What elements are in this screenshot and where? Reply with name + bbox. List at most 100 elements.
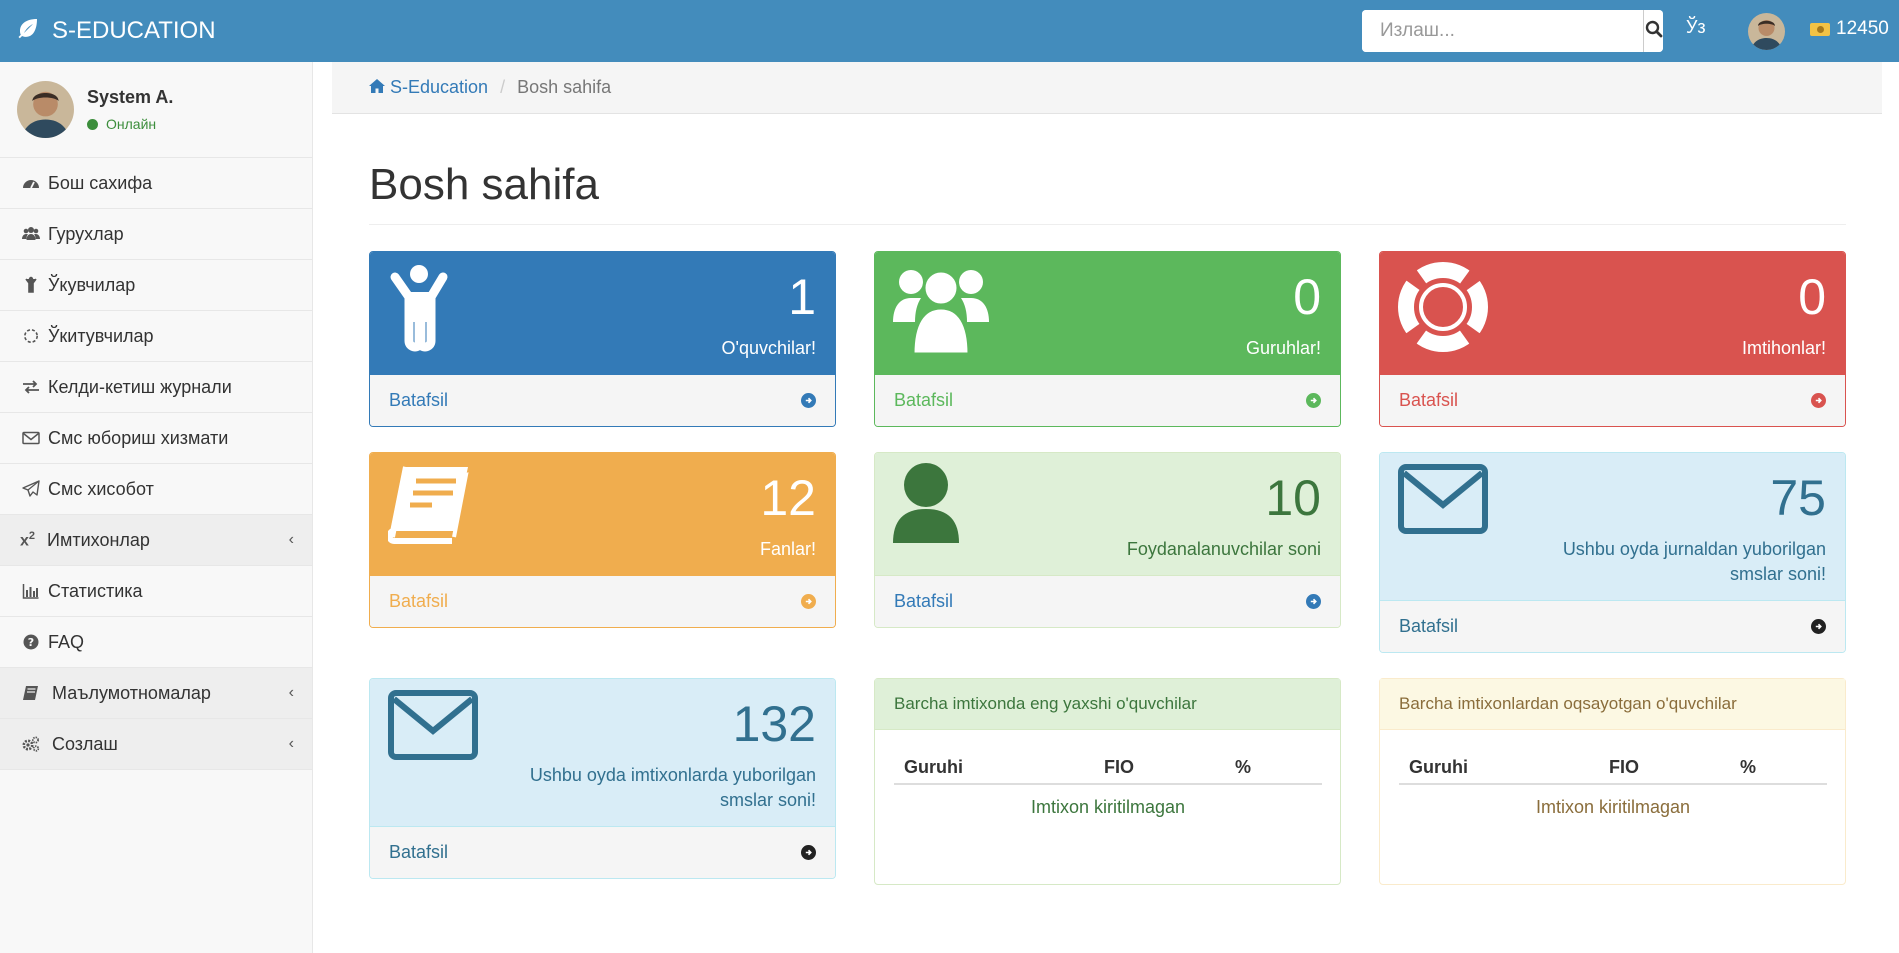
language-switch[interactable]: Ўз (1686, 17, 1706, 38)
lagging-students-table: Guruhi FIO % Imtixon kiritilmagan (1399, 749, 1827, 818)
exams-label: Imtihonlar! (1741, 338, 1826, 358)
arrow-circle-right-icon (1811, 619, 1826, 634)
sidebar-item-sms-service[interactable]: Смс юбориш хизмати (0, 413, 312, 464)
search-icon (1645, 20, 1663, 43)
sidebar-item-teachers[interactable]: Ўкитувчилар (0, 311, 312, 362)
sidebar-item-label: FAQ (48, 631, 85, 652)
spinner-icon (20, 327, 42, 345)
empty-message: Imtixon kiritilmagan (1535, 797, 1691, 817)
question-circle-icon: ? (20, 633, 42, 651)
users-count: 10 (1265, 470, 1321, 526)
sidebar-item-faq[interactable]: ? FAQ (0, 617, 312, 668)
details-link-label: Batafsil (1399, 390, 1459, 410)
envelope-icon (388, 689, 478, 766)
balance[interactable]: 12450 (1810, 18, 1889, 40)
empty-message: Imtixon kiritilmagan (1030, 797, 1186, 817)
exam-sms-card: 132 Ushbu oyda imtixonlarda yuborilgan s… (369, 678, 836, 879)
breadcrumb-current: Bosh sahifa (517, 77, 612, 97)
column-header: % (1235, 757, 1252, 777)
sidebar-item-label: Бош сахифа (48, 172, 153, 193)
details-link-label: Batafsil (1399, 616, 1459, 636)
subjects-details-link[interactable]: Batafsil (370, 575, 835, 627)
subjects-label: Fanlar! (759, 539, 816, 559)
exam-sms-label: Ushbu oyda imtixonlarda yuborilgan smsla… (529, 765, 816, 810)
sidebar-item-statistics[interactable]: Статистика (0, 566, 312, 617)
avatar[interactable] (1748, 13, 1785, 50)
sidebar-item-sms-report[interactable]: Смс хисобот (0, 464, 312, 515)
sidebar-item-settings[interactable]: Созлаш ‹ (0, 719, 312, 770)
users-icon (893, 262, 989, 359)
users-details-link[interactable]: Batafsil (875, 575, 1340, 627)
online-dot-icon (87, 118, 98, 130)
sidebar-item-label: Смс юбориш хизмати (48, 427, 229, 448)
bar-chart-icon (20, 582, 42, 600)
sidebar-item-label: Имтихонлар (47, 529, 150, 550)
sidebar-item-label: Ўкитувчилар (48, 325, 154, 346)
title-divider (369, 224, 1846, 225)
lagging-students-panel: Barcha imtixonlardan oqsayotgan o'quvchi… (1379, 678, 1846, 885)
page-title: Bosh sahifa (369, 160, 599, 209)
life-ring-icon (1397, 261, 1489, 357)
sidebar-item-dashboard[interactable]: Бош сахифа (0, 158, 312, 209)
sidebar-item-students[interactable]: Ўкувчилар (0, 260, 312, 311)
superscript-icon: x2 (20, 529, 36, 550)
sidebar-item-exams[interactable]: x2 Имтихонлар ‹ (0, 515, 312, 566)
groups-details-link[interactable]: Batafsil (875, 374, 1340, 426)
best-students-table: Guruhi FIO % Imtixon kiritilmagan (894, 749, 1322, 818)
column-header: % (1740, 757, 1757, 777)
sidebar-item-attendance[interactable]: Келди-кетиш журнали (0, 362, 312, 413)
details-link-label: Batafsil (389, 591, 449, 611)
subjects-card: 12 Fanlar! Batafsil (369, 452, 836, 628)
arrow-circle-right-icon (1306, 594, 1321, 609)
arrow-circle-right-icon (801, 594, 816, 609)
column-header: FIO (1104, 757, 1134, 777)
details-link-label: Batafsil (894, 390, 954, 410)
groups-card: 0 Guruhlar! Batafsil (874, 251, 1341, 427)
chevron-left-icon: ‹ (288, 531, 294, 548)
details-link-label: Batafsil (389, 390, 449, 410)
breadcrumb-home-link[interactable]: S-Education (369, 77, 488, 98)
child-icon (20, 276, 42, 294)
leaf-icon (16, 16, 40, 47)
sidebar-item-label: Созлаш (52, 733, 118, 754)
column-header: Guruhi (904, 757, 963, 777)
journal-sms-details-link[interactable]: Batafsil (1380, 600, 1845, 652)
arrow-circle-right-icon (1306, 393, 1321, 408)
arrow-circle-right-icon (1811, 393, 1826, 408)
money-icon (1810, 22, 1830, 36)
exchange-icon (20, 378, 42, 396)
cogs-icon (20, 735, 42, 753)
arrow-circle-right-icon (801, 845, 816, 860)
sidebar-item-label: Смс хисобот (48, 478, 154, 499)
envelope-icon (1398, 463, 1488, 540)
journal-sms-count: 75 (1770, 470, 1826, 526)
svg-text:?: ? (28, 636, 34, 649)
search-input[interactable] (1362, 10, 1643, 52)
best-students-title: Barcha imtixonda eng yaxshi o'quvchilar (875, 679, 1340, 730)
book-icon (386, 463, 472, 550)
dashboard-icon (20, 174, 42, 192)
exams-card: 0 Imtihonlar! Batafsil (1379, 251, 1846, 427)
journal-sms-label: Ushbu oyda jurnaldan yuborilgan smslar s… (1562, 539, 1826, 584)
brand-name: S-EDUCATION (52, 17, 216, 44)
chevron-left-icon: ‹ (288, 684, 294, 701)
user-status: Онлайн (87, 116, 173, 132)
sidebar-item-label: Статистика (48, 580, 143, 601)
search-button[interactable] (1643, 10, 1663, 52)
exam-sms-count: 132 (732, 696, 816, 752)
sidebar-item-groups[interactable]: Гурухлар (0, 209, 312, 260)
chevron-left-icon: ‹ (288, 735, 294, 752)
top-navbar: S-EDUCATION Ўз 12450 (0, 0, 1899, 62)
search-form (1362, 10, 1663, 52)
user-panel: System A. Онлайн (0, 62, 312, 158)
groups-count: 0 (1293, 269, 1321, 325)
users-label: Foydanalanuvchilar soni (1126, 539, 1321, 559)
exams-details-link[interactable]: Batafsil (1380, 374, 1845, 426)
students-details-link[interactable]: Batafsil (370, 374, 835, 426)
sidebar-item-references[interactable]: Маълумотномалар ‹ (0, 668, 312, 719)
brand-link[interactable]: S-EDUCATION (16, 0, 216, 62)
exams-count: 0 (1798, 269, 1826, 325)
exam-sms-details-link[interactable]: Batafsil (370, 826, 835, 878)
details-link-label: Batafsil (894, 591, 954, 611)
details-link-label: Batafsil (389, 842, 449, 862)
